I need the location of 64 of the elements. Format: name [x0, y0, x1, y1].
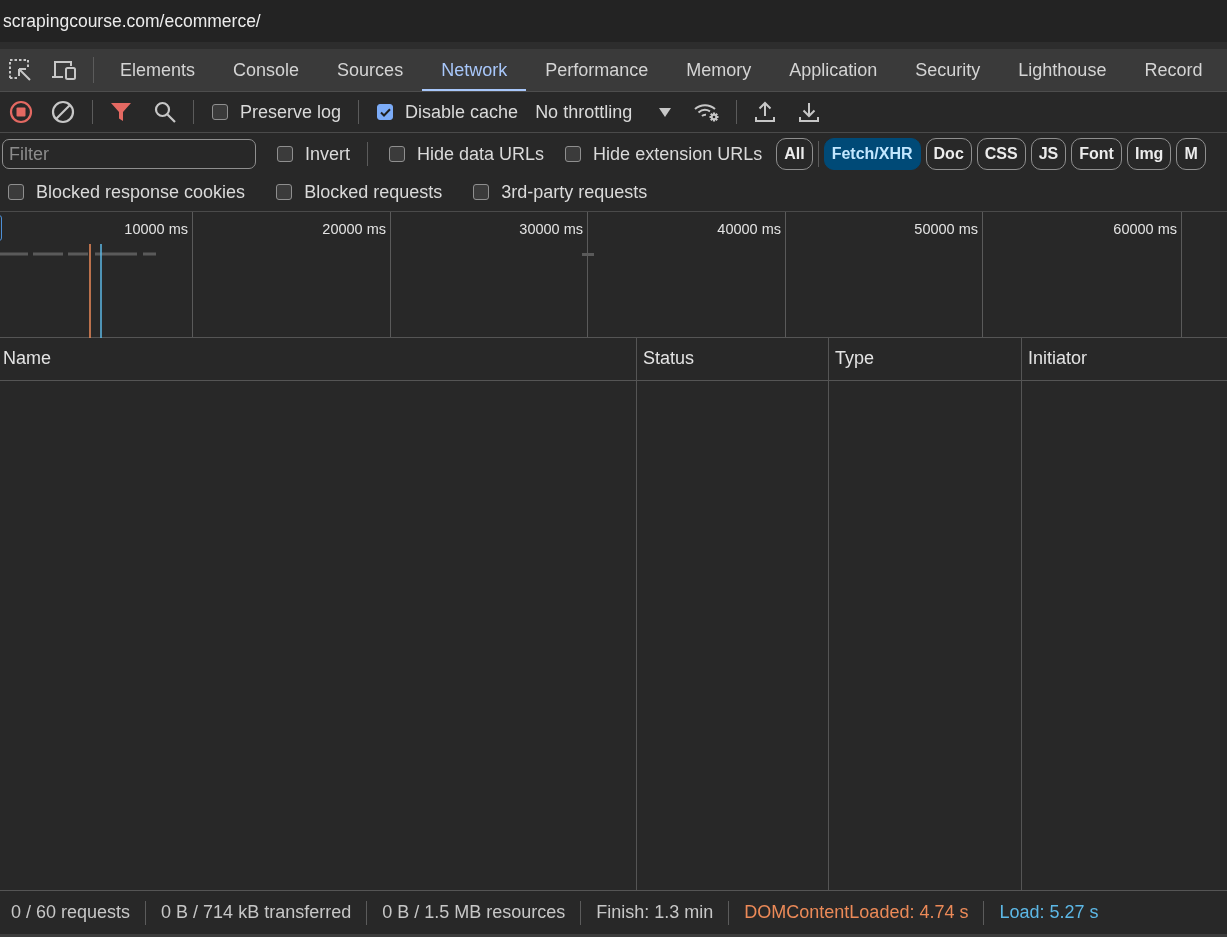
checkbox[interactable] [277, 146, 293, 162]
type-filter-button[interactable]: Doc [925, 138, 972, 170]
panel-tab[interactable]: Lighthouse [999, 49, 1126, 91]
timeline-tick-label: 50000 ms [914, 221, 978, 237]
type-filter-button[interactable]: Img [1126, 138, 1172, 170]
panel-tab[interactable]: Record [1125, 49, 1222, 91]
column-header[interactable]: Name [0, 338, 636, 381]
page-url: scrapingcourse.com/ecommerce/ [3, 10, 261, 32]
inspect-icon[interactable] [8, 58, 32, 82]
type-filter-button[interactable]: M [1176, 138, 1206, 170]
search-icon[interactable] [154, 101, 176, 123]
checkbox[interactable] [565, 146, 582, 162]
status-text: Load: 5.27 s [999, 902, 1099, 923]
timeline-tick-label: 60000 ms [1113, 221, 1177, 237]
panel-tab[interactable]: Performance [526, 49, 668, 91]
timeline-tick-label: 10000 ms [124, 221, 188, 237]
checkbox-label: Blocked response cookies [36, 181, 246, 203]
checkbox[interactable] [8, 184, 24, 200]
checkbox[interactable] [276, 184, 293, 200]
timeline-tick-label: 30000 ms [519, 221, 583, 237]
timeline-tick-label: 20000 ms [322, 221, 386, 237]
type-filter-button[interactable]: CSS [976, 138, 1026, 170]
upload-icon[interactable] [754, 101, 777, 123]
panel-tab[interactable]: Memory [667, 49, 771, 91]
caret-icon [659, 107, 672, 117]
checkbox[interactable] [212, 104, 228, 120]
timeline-tick-label: 40000 ms [717, 221, 781, 237]
column-header[interactable]: Initiator [1021, 338, 1227, 381]
status-text: 0 / 60 requests [11, 902, 131, 923]
devices-icon[interactable] [51, 58, 77, 82]
record-stop-icon[interactable] [9, 100, 33, 124]
checkbox[interactable] [377, 104, 394, 120]
status-text: 0 B / 714 kB transferred [161, 902, 352, 923]
panel-tab[interactable]: Console [214, 49, 319, 91]
checkbox-label: Preserve log [240, 101, 342, 123]
checkbox[interactable] [473, 184, 490, 200]
checkbox-label: Blocked requests [304, 181, 443, 203]
column-header[interactable]: Status [636, 338, 828, 381]
download-icon[interactable] [798, 101, 821, 123]
status-text: Finish: 1.3 min [596, 902, 714, 923]
filter-input[interactable]: Filter [2, 139, 256, 169]
panel-tab[interactable]: Elements [101, 49, 215, 91]
checkbox-label: Hide data URLs [417, 143, 545, 165]
status-text: DOMContentLoaded: 4.74 s [744, 902, 969, 923]
type-filter-button[interactable]: Font [1071, 138, 1122, 170]
checkbox-label: 3rd-party requests [501, 181, 648, 203]
panel-tab[interactable]: Network [422, 49, 527, 91]
funnel-icon[interactable] [110, 101, 132, 123]
circle-slash-icon[interactable] [51, 100, 75, 124]
type-filter-button[interactable]: All [776, 138, 813, 170]
type-filter-button[interactable]: Fetch/XHR [823, 138, 921, 170]
panel-tab[interactable]: Application [770, 49, 897, 91]
checkbox-label: Hide extension URLs [593, 143, 763, 165]
panel-tab[interactable]: Security [896, 49, 1000, 91]
column-header[interactable]: Type [828, 338, 1021, 381]
panel-tab[interactable]: Sources [318, 49, 423, 91]
throttling-dropdown[interactable]: No throttling [535, 101, 672, 123]
status-text: 0 B / 1.5 MB resources [382, 902, 566, 923]
type-filter-button[interactable]: JS [1030, 138, 1067, 170]
checkbox-label: Disable cache [405, 101, 519, 123]
checkbox-label: Invert [305, 143, 351, 165]
checkmark-icon [379, 107, 391, 117]
checkbox[interactable] [389, 146, 406, 162]
wifi-gear-icon[interactable] [693, 101, 722, 123]
